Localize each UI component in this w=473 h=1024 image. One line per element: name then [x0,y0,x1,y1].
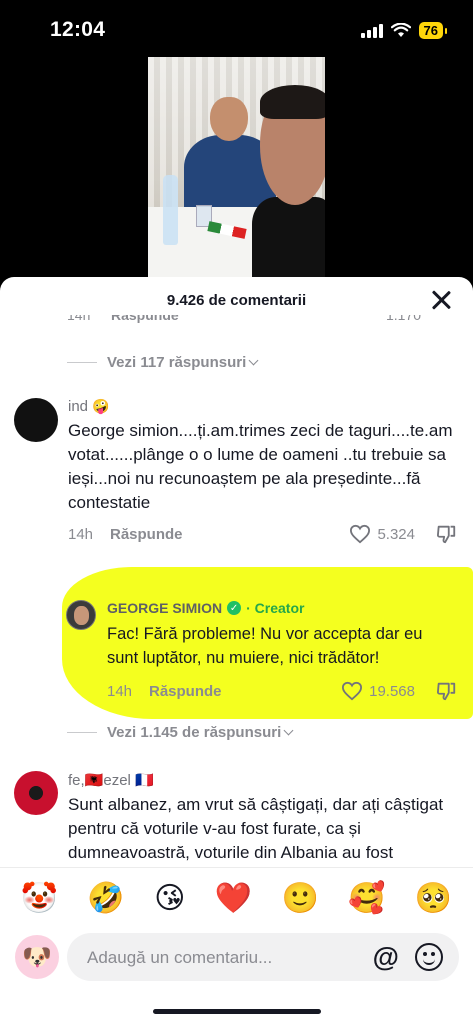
comment-username[interactable]: ind [68,398,88,415]
emoji-clown[interactable]: 🤡 [21,883,58,914]
like-count: 5.324 [377,525,415,543]
reply-username-row: GEORGE SIMION ✓ · Creator [107,600,457,616]
dislike-icon[interactable] [435,680,457,702]
heart-icon [342,681,363,701]
video-bottle [163,175,178,245]
avatar[interactable] [14,771,58,815]
divider-line [67,362,97,363]
wifi-icon [390,23,411,37]
comment-username-row: ind 🤪 [68,398,457,415]
video-preview[interactable] [148,57,325,277]
video-person-head [210,97,248,141]
reply-meta: 14h Răspunde 19.568 [107,680,457,702]
emoji-rofl[interactable]: 🤣 [87,883,124,914]
emoji-heart[interactable]: ❤️ [215,883,252,914]
reply-username[interactable]: GEORGE SIMION [107,600,222,616]
comments-count-title: 9.426 de comentarii [166,292,307,309]
reply-button[interactable]: Răspunde [111,315,179,323]
comment-username-row: fe,🇦🇱ezel 🇫🇷 [68,771,457,789]
close-icon[interactable] [431,290,451,310]
view-replies-button[interactable]: Vezi 117 răspunsuri [67,354,259,371]
emoji-kiss[interactable]: 😘 [154,883,185,914]
comment-text: Sunt albanez, am vrut să câștigați, dar … [68,795,444,862]
like-count: 19.568 [369,682,415,700]
emoji-picker-icon[interactable] [415,943,443,971]
comment-input-placeholder: Adaugă un comentariu... [87,948,273,967]
comment-input[interactable]: Adaugă un comentariu... @ [67,933,459,981]
emoji-love[interactable]: 🥰 [348,883,385,914]
status-icons: 76 [360,22,448,39]
like-button[interactable]: 5.324 [349,524,415,544]
view-replies-label: Vezi 117 răspunsuri [107,354,247,371]
reply-button[interactable]: Răspunde [110,526,183,543]
emoji-pleading[interactable]: 🥺 [415,883,452,914]
battery-icon: 76 [418,22,448,39]
emoji-quick-bar: 🤡 🤣 😘 ❤️ 🙂 🥰 🥺 [0,867,473,929]
reply-time: 14h [107,682,133,700]
status-bar: 12:04 76 [0,0,473,60]
dislike-icon[interactable] [435,523,457,545]
comment-username[interactable]: fe,🇦🇱ezel 🇫🇷 [68,771,154,789]
partial-comment-meta: 14h Răspunde 1.170 [67,315,453,329]
video-person2-body [252,197,325,277]
divider-line [67,732,97,733]
comment-body: ind 🤪 George simion....ți.am.trimes zeci… [68,398,457,545]
username-emoji: 🤪 [92,398,110,414]
comment-body: fe,🇦🇱ezel 🇫🇷 Sunt albanez, am vrut să câ… [68,771,457,865]
reply-body: GEORGE SIMION ✓ · Creator Fac! Fără prob… [107,600,457,702]
comment-time: 14h [67,315,91,323]
like-count: 1.170 [385,315,421,323]
avatar[interactable] [66,600,96,630]
reply-text: Fac! Fără probleme! Nu vor accepta dar e… [107,625,423,667]
emoji-smile[interactable]: 🙂 [281,883,318,914]
comment-meta: 14h Răspunde 5.324 [68,523,457,545]
video-person2-hair [260,85,325,119]
view-replies-button[interactable]: Vezi 1.145 de răspunsuri [67,724,294,741]
comment-input-row: 🐶 Adaugă un comentariu... @ [0,929,473,1024]
reply-button[interactable]: Răspunde [149,683,222,700]
chevron-down-icon [248,355,259,366]
creator-badge: · Creator [246,600,305,616]
like-button[interactable]: 19.568 [341,681,415,701]
verified-check-icon: ✓ [227,601,242,615]
avatar[interactable] [14,398,58,442]
heart-icon [350,524,371,544]
home-indicator [153,1009,321,1014]
my-avatar: 🐶 [15,935,59,979]
view-replies-label: Vezi 1.145 de răspunsuri [107,724,282,741]
signal-icon [360,23,383,38]
comment-text: George simion....ți.am.trimes zeci de ta… [68,421,453,512]
mention-icon[interactable]: @ [373,942,399,973]
status-time: 12:04 [50,18,106,41]
comment-time: 14h [68,525,94,543]
chevron-down-icon [283,725,294,736]
